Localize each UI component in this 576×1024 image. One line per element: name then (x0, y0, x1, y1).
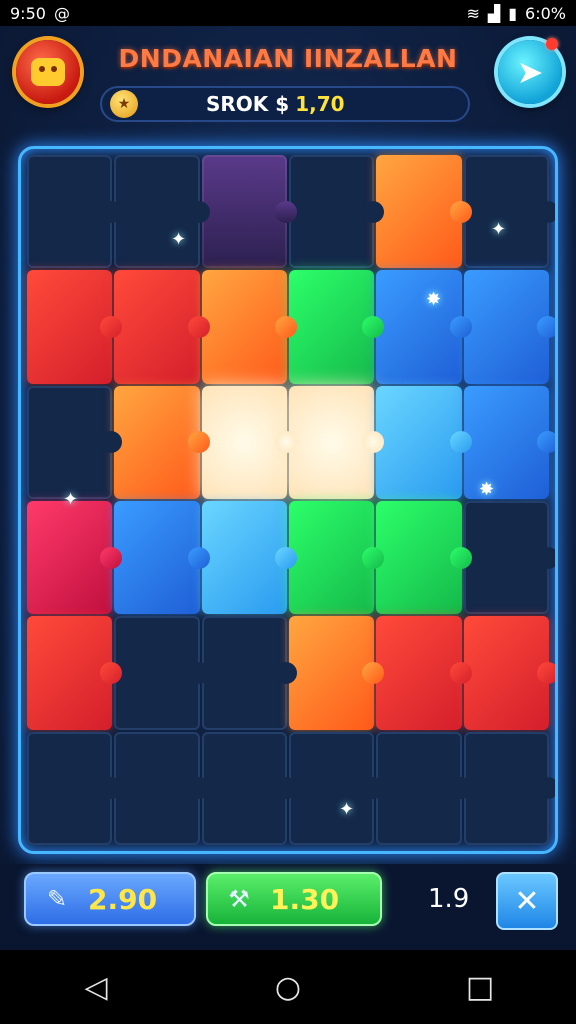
game-title: DNDANAIAN IINZALLAN (118, 44, 458, 73)
sparkle-icon: ✦ (171, 229, 187, 250)
puzzle-piece-blue[interactable] (463, 270, 555, 384)
sparkle-icon: ✦ (339, 799, 355, 820)
puzzle-piece-empty[interactable] (463, 731, 555, 845)
puzzle-piece-blue[interactable] (114, 501, 211, 615)
puzzle-piece-empty[interactable] (114, 731, 211, 845)
battery-icon: ▮ (508, 3, 518, 23)
puzzle-piece-red[interactable] (114, 270, 211, 384)
puzzle-piece-lightblue[interactable] (201, 501, 298, 615)
home-icon[interactable]: ○ (268, 967, 308, 1007)
puzzle-piece-orange[interactable] (289, 616, 385, 730)
magnet-icon: ⚒ (228, 885, 250, 913)
arrow-right-icon: ➤ (516, 53, 544, 91)
puzzle-piece-orange[interactable] (376, 155, 473, 269)
recents-icon[interactable]: □ (460, 967, 500, 1007)
puzzle-piece-white[interactable] (201, 385, 298, 499)
puzzle-piece-blue[interactable] (463, 385, 555, 499)
puzzle-piece-empty[interactable] (376, 731, 473, 845)
puzzle-piece-empty[interactable] (114, 616, 211, 730)
puzzle-piece-empty[interactable] (201, 616, 298, 730)
close-icon: ✕ (514, 883, 540, 919)
battery-text: 6:0% (525, 3, 566, 23)
coin-icon: ★ (110, 90, 138, 118)
puzzle-piece-green[interactable] (376, 501, 473, 615)
puzzle-piece-empty[interactable] (289, 155, 385, 269)
puzzle-piece-red[interactable] (27, 616, 123, 730)
sparkle-icon: ✸ (479, 479, 495, 500)
notification-dot (546, 38, 558, 50)
back-icon[interactable]: ◁ (76, 967, 116, 1007)
monster-face-icon (31, 58, 65, 86)
puzzle-piece-empty[interactable] (289, 731, 385, 845)
menu-button[interactable] (16, 40, 80, 104)
score-label: SROK $ (206, 92, 290, 116)
puzzle-piece-orange[interactable] (114, 385, 211, 499)
puzzle-piece-empty[interactable] (463, 501, 555, 615)
score-bar: ★ SROK $ 1,70 (100, 86, 470, 122)
puzzle-piece-empty[interactable] (114, 155, 211, 269)
puzzle-board[interactable]: ✦ ✦ ✸ ✦ ✸ ✦ (18, 146, 558, 854)
status-left: 9:50 @ (10, 4, 70, 23)
score-value: 1,70 (295, 92, 345, 116)
puzzle-grid (27, 155, 555, 845)
puzzle-piece-green[interactable] (289, 270, 385, 384)
hint-value: 2.90 (88, 882, 158, 916)
puzzle-piece-white[interactable] (289, 385, 385, 499)
status-right: ≋ ▟ ▮ 6:0% (467, 4, 566, 23)
navigation-bar: ◁ ○ □ (0, 950, 576, 1024)
puzzle-piece-empty[interactable] (463, 155, 555, 269)
puzzle-piece-green[interactable] (289, 501, 385, 615)
puzzle-piece-orange[interactable] (201, 270, 298, 384)
puzzle-piece-lightblue[interactable] (376, 385, 473, 499)
magnet-value: 1.30 (270, 882, 340, 916)
sparkle-icon: ✦ (491, 219, 507, 240)
game-screen: DNDANAIAN IINZALLAN ➤ ★ SROK $ 1,70 ✦ ✦ … (0, 26, 576, 950)
puzzle-piece-red[interactable] (27, 270, 123, 384)
puzzle-piece-empty[interactable] (27, 385, 123, 499)
status-bar: 9:50 @ ≋ ▟ ▮ 6:0% (0, 0, 576, 26)
signal-icon: ▟ (487, 3, 501, 23)
puzzle-piece-magenta[interactable] (27, 501, 123, 615)
puzzle-piece-red[interactable] (463, 616, 555, 730)
hint-button[interactable]: ✎ 2.90 (24, 872, 196, 926)
wifi-icon: ≋ (466, 3, 480, 23)
clock: 9:50 (10, 3, 46, 23)
puzzle-piece-blue[interactable] (376, 270, 473, 384)
at-icon: @ (53, 3, 70, 23)
puzzle-piece-red[interactable] (376, 616, 473, 730)
puzzle-piece-purple[interactable] (201, 155, 298, 269)
close-button[interactable]: ✕ (496, 872, 558, 930)
puzzle-piece-empty[interactable] (27, 155, 123, 269)
puzzle-piece-empty[interactable] (27, 731, 123, 845)
sparkle-icon: ✦ (63, 489, 79, 510)
sparkle-icon: ✸ (426, 289, 442, 310)
magnet-button[interactable]: ⚒ 1.30 (206, 872, 382, 926)
puzzle-piece-empty[interactable] (201, 731, 298, 845)
bottom-bar: ✎ 2.90 ⚒ 1.30 1.9 ✕ (0, 864, 576, 950)
wand-icon: ✎ (46, 885, 68, 913)
moves-count: 1.9 (428, 884, 470, 914)
